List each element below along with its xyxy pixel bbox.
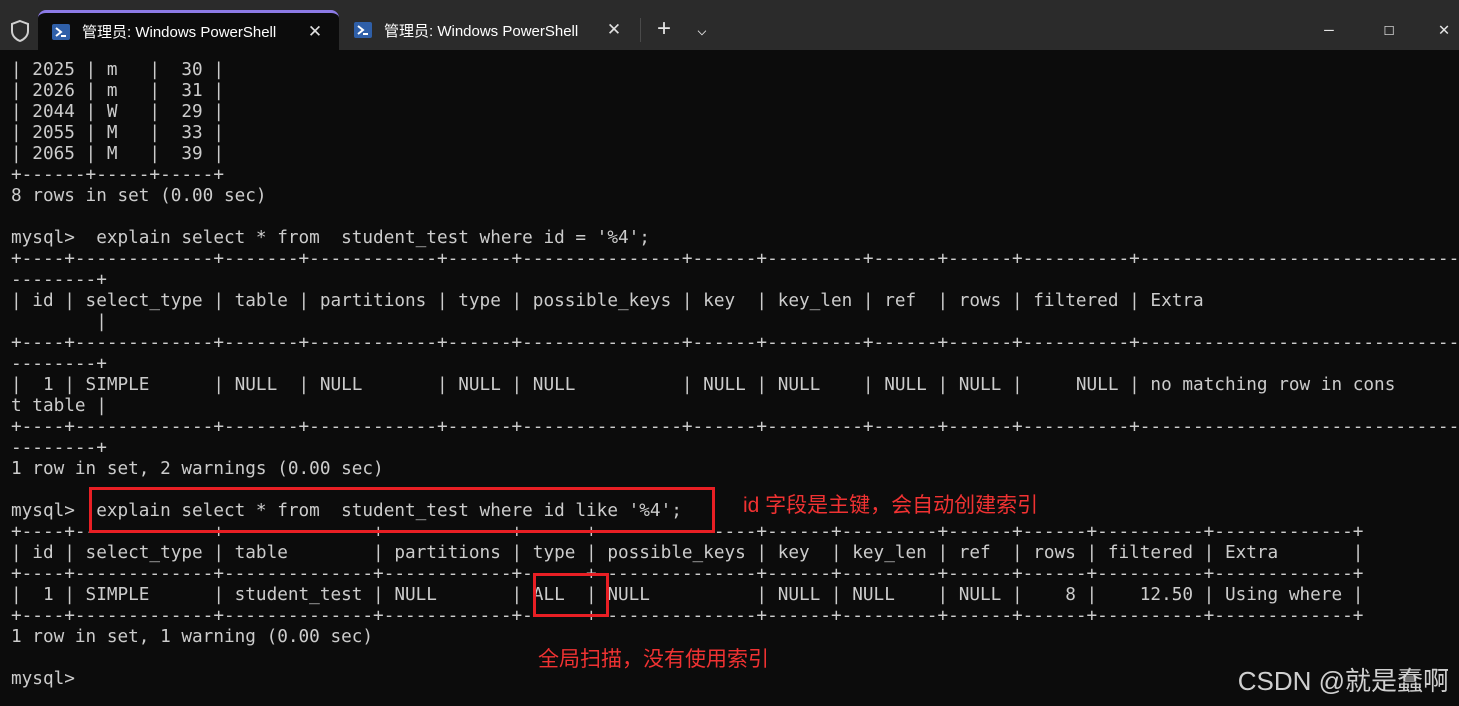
csdn-watermark: CSDN @就是蠢啊 xyxy=(1237,666,1449,696)
tab-separator xyxy=(640,18,641,42)
tab-close-icon[interactable]: ✕ xyxy=(305,22,325,42)
terminal-line: | 1 | SIMPLE | student_test | NULL | ALL… xyxy=(11,585,1364,605)
terminal-line: --------+ xyxy=(11,270,107,290)
powershell-icon xyxy=(354,22,372,38)
terminal-line: +----+-------------+-------+------------… xyxy=(11,333,1459,353)
terminal-line: t table | xyxy=(11,396,107,416)
maximize-button[interactable]: ☐ xyxy=(1374,14,1404,44)
terminal-line: +----+-------------+--------------+-----… xyxy=(11,606,1364,626)
terminal-line: --------+ xyxy=(11,438,107,458)
tab-powershell-active[interactable]: 管理员: Windows PowerShell ✕ xyxy=(38,10,339,50)
terminal-line: +----+-------------+--------------+-----… xyxy=(11,564,1364,584)
terminal-line: | 2026 | m | 31 | xyxy=(11,81,224,101)
terminal-output[interactable]: | 2025 | m | 30 | | 2026 | m | 31 | | 2044… xyxy=(11,60,1459,700)
terminal-line: mysql> xyxy=(11,669,75,689)
terminal-line: 8 rows in set (0.00 sec) xyxy=(11,186,267,206)
tab-label: 管理员: Windows PowerShell xyxy=(82,24,277,41)
close-window-button[interactable]: ✕ xyxy=(1430,14,1458,44)
minimize-button[interactable]: — xyxy=(1314,14,1344,44)
tab-powershell-inactive[interactable]: 管理员: Windows PowerShell ✕ xyxy=(340,10,638,50)
terminal-line: 1 row in set, 1 warning (0.00 sec) xyxy=(11,627,374,647)
highlight-query-box xyxy=(89,487,715,533)
terminal-line: mysql> explain select * from student_tes… xyxy=(11,228,650,248)
terminal-line: 1 row in set, 2 warnings (0.00 sec) xyxy=(11,459,384,479)
terminal-line: | 2025 | m | 30 | xyxy=(11,60,224,80)
terminal-line: +----+-------------+-------+------------… xyxy=(11,417,1459,437)
terminal-line: | id | select_type | table | partitions … xyxy=(11,543,1364,563)
terminal-line: | 2055 | M | 33 | xyxy=(11,123,224,143)
full-scan-annotation: 全局扫描，没有使用索引 xyxy=(538,648,769,671)
terminal-line: | xyxy=(11,312,107,332)
tab-close-icon[interactable]: ✕ xyxy=(604,20,624,40)
terminal-line: --------+ xyxy=(11,354,107,374)
chevron-down-icon[interactable]: ⌵ xyxy=(688,14,716,44)
terminal-line: | id | select_type | table | partitions … xyxy=(11,291,1204,311)
highlight-type-all-box xyxy=(533,573,609,617)
powershell-icon xyxy=(52,23,70,40)
terminal-line: | 2065 | M | 39 | xyxy=(11,144,224,164)
terminal-line: +----+-------------+-------+------------… xyxy=(11,249,1459,269)
terminal-line: +------+-----+-----+ xyxy=(11,165,224,185)
primary-key-annotation: id 字段是主键，会自动创建索引 xyxy=(743,494,1039,517)
terminal-line: | 1 | SIMPLE | NULL | NULL | NULL | NULL… xyxy=(11,375,1396,395)
shield-icon xyxy=(11,19,29,43)
tab-label: 管理员: Windows PowerShell xyxy=(384,22,579,40)
title-bar: 管理员: Windows PowerShell ✕ 管理员: Windows P… xyxy=(0,0,1459,50)
new-tab-button[interactable]: + xyxy=(650,14,678,44)
terminal-line: | 2044 | W | 29 | xyxy=(11,102,224,122)
